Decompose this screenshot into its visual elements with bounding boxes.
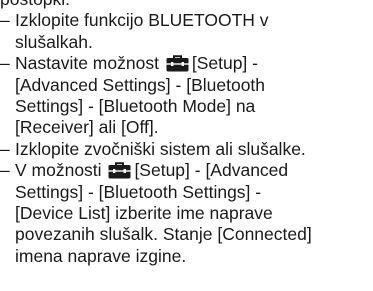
list-item-1-line-2: slušalkah. [15, 31, 93, 52]
bullet: – [0, 138, 10, 159]
list-item-2-line-2: [Advanced Settings] - [Bluetooth [15, 74, 266, 95]
list-item-2-line-4: [Receiver] ali [Off]. [15, 117, 159, 138]
bullet: – [0, 10, 10, 31]
instruction-text: postopki: –Izklopite funkcijo BLUETOOTH … [0, 0, 373, 267]
list-item-2-line-3: Settings] - [Bluetooth Mode] na [15, 95, 256, 116]
list-item-3-line-1: – Izklopite zvočniški sistem ali slušalke… [0, 138, 306, 159]
list-item-4-line-4: povezanih slušalk. Stanje [Connected] [15, 224, 312, 245]
list-item-4-line-5: imena naprave izgine. [15, 245, 187, 266]
list-item-4-line-2: Settings] - [Bluetooth Settings] - [15, 181, 262, 202]
bullet: – [0, 53, 10, 74]
list-item-2-line-1: – Nastavite možnost [Setup] - [0, 53, 373, 74]
intro-line: postopki: [0, 0, 373, 10]
list-item-4-line-3: [Device List] izberite ime naprave [15, 202, 273, 223]
list-item-4-line-1: – V možnosti [Setup] - [Advanced [0, 160, 373, 181]
list-item-1-line-1: – Izklopite funkcijo BLUETOOTH v [0, 10, 269, 31]
bullet: – [0, 160, 10, 181]
